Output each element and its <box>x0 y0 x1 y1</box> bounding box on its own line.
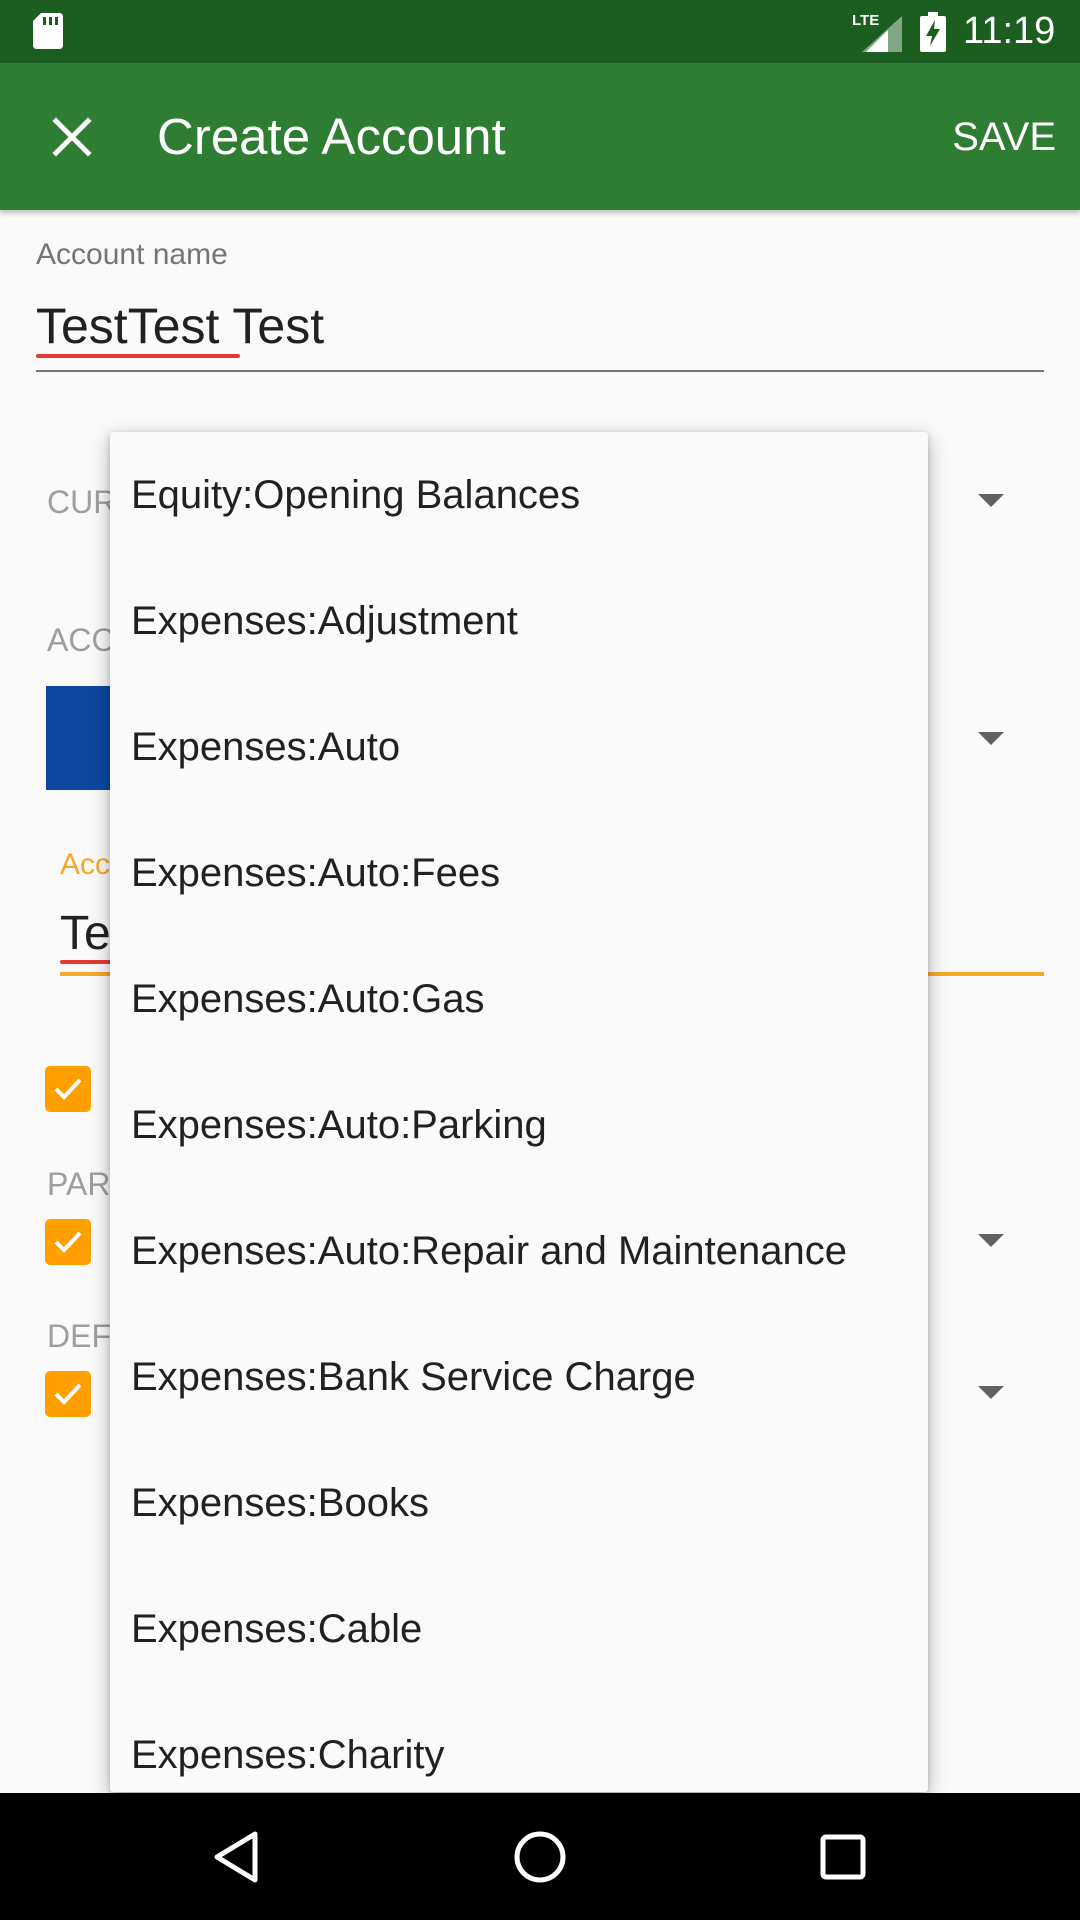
close-icon <box>52 117 92 157</box>
check-icon <box>54 1231 82 1253</box>
clock: 11:19 <box>963 10 1056 52</box>
account-name-input[interactable]: TestTest Test <box>36 290 1044 372</box>
dropdown-item[interactable]: Equity:Opening Balances <box>110 432 928 558</box>
dropdown-item[interactable]: Expenses:Cable <box>110 1566 928 1692</box>
default-transfer-label: DEF <box>47 1318 111 1354</box>
back-button[interactable] <box>194 1815 278 1899</box>
placeholder-checkbox[interactable] <box>45 1066 91 1112</box>
dropdown-item[interactable]: Expenses:Charity <box>110 1692 928 1792</box>
sd-card-icon <box>33 13 63 49</box>
recents-icon <box>820 1834 866 1880</box>
dropdown-item[interactable]: Expenses:Books <box>110 1440 928 1566</box>
page-title: Create Account <box>157 108 506 165</box>
parent-account-label: PAR <box>47 1166 111 1202</box>
battery-charging-icon <box>920 12 946 52</box>
account-name-label: Account name <box>36 238 228 271</box>
dropdown-item[interactable]: Expenses:Auto:Gas <box>110 936 928 1062</box>
check-icon <box>54 1383 82 1405</box>
currency-label: CUR <box>47 484 117 520</box>
description-value: Te <box>60 907 111 960</box>
home-icon <box>514 1831 566 1883</box>
recents-button[interactable] <box>801 1815 885 1899</box>
account-name-value: TestTest Test <box>36 298 325 354</box>
create-account-screen: LTE 11:19 Create Account SAVE Account na… <box>0 0 1080 1920</box>
dropdown-item[interactable]: Expenses:Adjustment <box>110 558 928 684</box>
dropdown-item[interactable]: Expenses:Auto:Fees <box>110 810 928 936</box>
description-label: Acc <box>60 848 111 881</box>
app-bar: Create Account SAVE <box>0 63 1080 210</box>
status-bar: LTE 11:19 <box>0 0 1080 63</box>
dropdown-item[interactable]: Expenses:Auto:Repair and Maintenance <box>110 1188 928 1314</box>
default-transfer-dropdown-arrow-icon[interactable] <box>978 1386 1004 1399</box>
dropdown-item[interactable]: Expenses:Auto <box>110 684 928 810</box>
dropdown-item[interactable]: Expenses:Bank Service Charge <box>110 1314 928 1440</box>
dropdown-item[interactable]: Expenses:Auto:Parking <box>110 1062 928 1188</box>
default-transfer-checkbox[interactable] <box>45 1371 91 1417</box>
back-icon <box>214 1831 258 1883</box>
parent-account-dropdown-arrow-icon[interactable] <box>978 1234 1004 1247</box>
check-icon <box>54 1078 82 1100</box>
account-type-label: ACC <box>47 622 115 658</box>
save-button[interactable]: SAVE <box>948 109 1060 165</box>
spellcheck-underline <box>36 354 240 358</box>
lte-signal-icon: LTE <box>852 12 902 52</box>
navigation-bar <box>0 1793 1080 1920</box>
home-button[interactable] <box>498 1815 582 1899</box>
close-button[interactable] <box>30 95 114 179</box>
account-dropdown-popup: Equity:Opening Balances Expenses:Adjustm… <box>110 432 928 1792</box>
account-type-dropdown-arrow-icon[interactable] <box>978 732 1004 745</box>
parent-account-checkbox[interactable] <box>45 1219 91 1265</box>
currency-dropdown-arrow-icon[interactable] <box>978 494 1004 507</box>
